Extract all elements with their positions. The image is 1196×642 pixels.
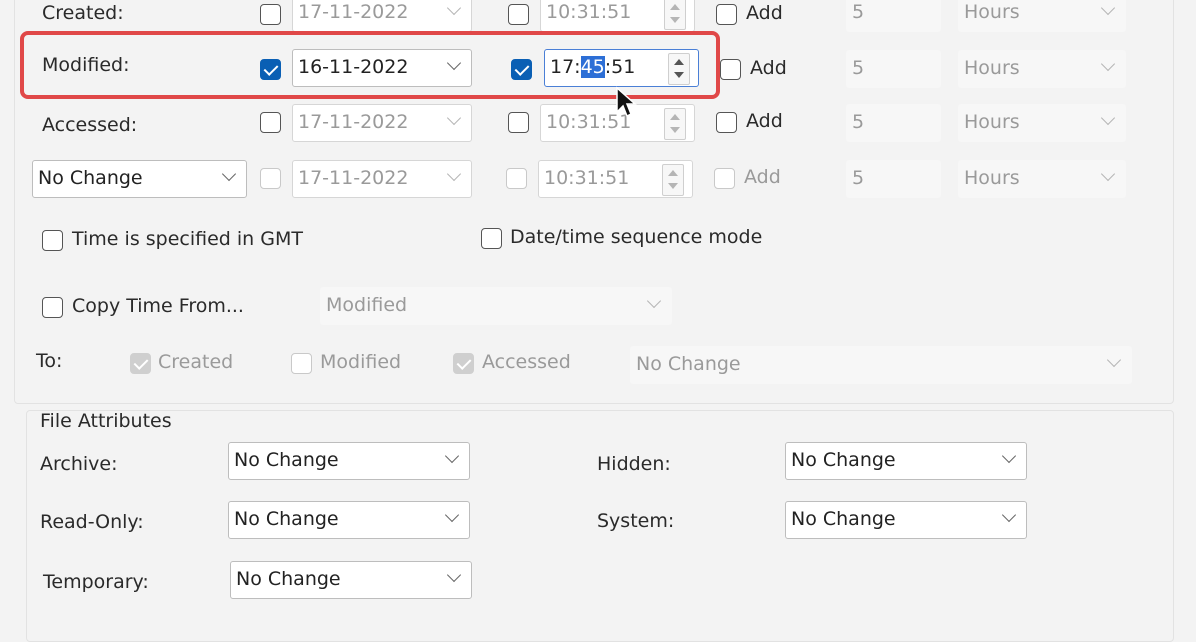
chevron-down-icon bbox=[1100, 166, 1116, 182]
chevron-down-icon bbox=[221, 166, 237, 182]
chevron-down-icon bbox=[444, 448, 460, 464]
created-date-value: 17-11-2022 bbox=[298, 1, 409, 23]
sequence-mode-checkbox[interactable] bbox=[481, 228, 502, 249]
created-time-checkbox[interactable] bbox=[508, 4, 529, 25]
sequence-mode-label: Date/time sequence mode bbox=[510, 226, 763, 248]
accessed-date-value: 17-11-2022 bbox=[298, 111, 409, 133]
created-time-value: 10:31:51 bbox=[546, 1, 632, 23]
modified-amount-field[interactable]: 5 bbox=[846, 50, 941, 88]
accessed-time-checkbox[interactable] bbox=[508, 112, 529, 133]
temporary-value: No Change bbox=[236, 568, 341, 590]
to-target-select[interactable]: No Change bbox=[630, 346, 1132, 384]
extra-amount-field[interactable]: 5 bbox=[846, 160, 941, 198]
copy-source-select[interactable]: Modified bbox=[320, 287, 672, 325]
extra-date-value: 17-11-2022 bbox=[298, 167, 409, 189]
extra-date-picker[interactable]: 17-11-2022 bbox=[292, 160, 472, 198]
to-created-label: Created bbox=[158, 351, 234, 373]
system-select[interactable]: No Change bbox=[785, 501, 1027, 539]
temporary-select[interactable]: No Change bbox=[230, 561, 472, 599]
modified-add-label: Add bbox=[750, 57, 787, 79]
created-date-checkbox[interactable] bbox=[260, 4, 281, 25]
archive-label: Archive: bbox=[40, 453, 118, 475]
extra-add-label: Add bbox=[744, 166, 781, 188]
extra-timestamp-select[interactable]: No Change bbox=[32, 160, 247, 198]
mouse-cursor-icon bbox=[616, 86, 637, 118]
chevron-down-icon bbox=[646, 293, 662, 309]
archive-value: No Change bbox=[234, 449, 339, 471]
chevron-down-icon bbox=[446, 110, 462, 126]
created-label: Created: bbox=[42, 2, 124, 24]
chevron-down-icon bbox=[1100, 56, 1116, 72]
to-modified-label: Modified bbox=[320, 351, 402, 373]
copy-time-label: Copy Time From... bbox=[72, 295, 244, 317]
created-add-label: Add bbox=[746, 2, 783, 24]
to-target-value: No Change bbox=[636, 353, 741, 375]
chevron-down-icon bbox=[446, 567, 462, 583]
system-label: System: bbox=[597, 510, 675, 532]
chevron-down-icon bbox=[1106, 352, 1122, 368]
readonly-select[interactable]: No Change bbox=[228, 501, 470, 539]
accessed-label: Accessed: bbox=[42, 114, 138, 136]
to-accessed-checkbox[interactable] bbox=[453, 353, 474, 374]
accessed-add-label: Add bbox=[746, 110, 783, 132]
chevron-down-icon bbox=[444, 507, 460, 523]
accessed-date-checkbox[interactable] bbox=[260, 112, 281, 133]
chevron-down-icon bbox=[1100, 0, 1116, 16]
archive-select[interactable]: No Change bbox=[228, 442, 470, 480]
extra-unit-value: Hours bbox=[964, 167, 1020, 189]
readonly-value: No Change bbox=[234, 508, 339, 530]
copy-source-value: Modified bbox=[326, 294, 408, 316]
readonly-label: Read-Only: bbox=[40, 511, 144, 533]
hidden-select[interactable]: No Change bbox=[785, 442, 1027, 480]
extra-timestamp-value: No Change bbox=[38, 167, 143, 189]
created-amount-field[interactable]: 5 bbox=[846, 0, 941, 32]
accessed-amount-field[interactable]: 5 bbox=[846, 104, 941, 142]
accessed-add-checkbox[interactable] bbox=[716, 112, 737, 133]
to-accessed-label: Accessed bbox=[482, 351, 571, 373]
accessed-unit-value: Hours bbox=[964, 111, 1020, 133]
created-date-picker[interactable]: 17-11-2022 bbox=[292, 0, 472, 32]
extra-time-value: 10:31:51 bbox=[544, 167, 630, 189]
temporary-label: Temporary: bbox=[43, 571, 149, 593]
to-label: To: bbox=[36, 350, 63, 372]
to-created-checkbox[interactable] bbox=[130, 353, 151, 374]
spinner-icon[interactable] bbox=[662, 164, 684, 196]
gmt-checkbox[interactable] bbox=[42, 230, 63, 251]
extra-time-checkbox[interactable] bbox=[506, 168, 527, 189]
created-add-checkbox[interactable] bbox=[716, 4, 737, 25]
to-modified-checkbox[interactable] bbox=[291, 353, 312, 374]
modified-unit-select[interactable]: Hours bbox=[958, 50, 1126, 88]
gmt-label: Time is specified in GMT bbox=[72, 228, 303, 250]
accessed-unit-select[interactable]: Hours bbox=[958, 104, 1126, 142]
created-amount-value: 5 bbox=[852, 1, 865, 23]
created-unit-select[interactable]: Hours bbox=[958, 0, 1126, 32]
spinner-icon[interactable] bbox=[664, 0, 686, 30]
chevron-down-icon bbox=[1100, 110, 1116, 126]
extra-add-checkbox[interactable] bbox=[714, 168, 735, 189]
extra-time-field[interactable]: 10:31:51 bbox=[538, 160, 693, 198]
extra-date-checkbox[interactable] bbox=[260, 168, 281, 189]
system-value: No Change bbox=[791, 508, 896, 530]
created-unit-value: Hours bbox=[964, 1, 1020, 23]
chevron-down-icon bbox=[1001, 448, 1017, 464]
copy-time-checkbox[interactable] bbox=[42, 297, 63, 318]
chevron-down-icon bbox=[1001, 507, 1017, 523]
modified-amount-value: 5 bbox=[852, 57, 865, 79]
accessed-amount-value: 5 bbox=[852, 111, 865, 133]
hidden-value: No Change bbox=[791, 449, 896, 471]
file-attributes-title: File Attributes bbox=[40, 410, 172, 432]
chevron-down-icon bbox=[446, 0, 462, 16]
chevron-down-icon bbox=[446, 166, 462, 182]
modified-unit-value: Hours bbox=[964, 57, 1020, 79]
accessed-date-picker[interactable]: 17-11-2022 bbox=[292, 104, 472, 142]
spinner-icon[interactable] bbox=[664, 108, 686, 140]
hidden-label: Hidden: bbox=[597, 453, 671, 475]
modified-add-checkbox[interactable] bbox=[720, 59, 741, 80]
extra-unit-select[interactable]: Hours bbox=[958, 160, 1126, 198]
extra-amount-value: 5 bbox=[852, 167, 865, 189]
created-time-field[interactable]: 10:31:51 bbox=[540, 0, 695, 32]
